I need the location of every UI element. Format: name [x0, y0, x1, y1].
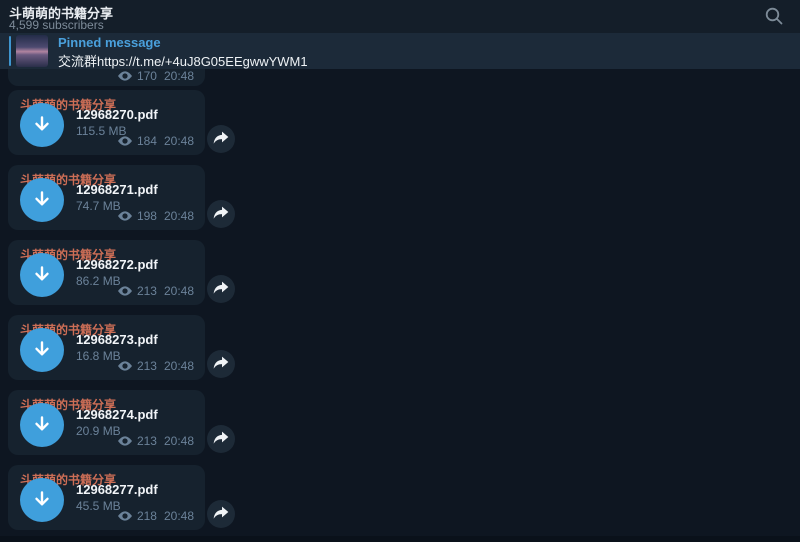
views-count: 213 — [137, 284, 157, 298]
message-row: 斗萌萌的书籍分享 12968270.pdf 115.5 MB 184 — [0, 90, 240, 155]
file-name[interactable]: 12968270.pdf — [76, 107, 158, 122]
download-arrow-icon — [31, 488, 53, 513]
views-eye-icon — [118, 286, 132, 296]
forward-arrow-icon — [213, 131, 229, 148]
message-time: 20:48 — [164, 209, 194, 223]
pinned-text: 交流群https://t.me/+4uJ8G05EEgwwYWM1 — [58, 51, 308, 70]
message-row: 斗萌萌的书籍分享 12968272.pdf 86.2 MB 213 — [0, 240, 240, 305]
chat-header[interactable]: 斗萌萌的书籍分享 4,599 subscribers — [0, 0, 800, 33]
file-name[interactable]: 12968273.pdf — [76, 332, 158, 347]
file-name[interactable]: 12968277.pdf — [76, 482, 158, 497]
views-eye-icon — [118, 361, 132, 371]
message-bubble[interactable]: 斗萌萌的书籍分享 12968270.pdf 115.5 MB 184 — [8, 90, 205, 155]
pinned-accent-line — [9, 36, 11, 66]
download-button[interactable] — [20, 328, 64, 372]
file-name[interactable]: 12968272.pdf — [76, 257, 158, 272]
search-button[interactable] — [762, 5, 786, 29]
forward-arrow-icon — [213, 431, 229, 448]
views-count: 184 — [137, 134, 157, 148]
message-list[interactable]: 170 20:48 斗萌萌的书籍分享 12968270.pdf 115.5 MB — [0, 69, 800, 542]
forward-arrow-icon — [213, 356, 229, 373]
download-button[interactable] — [20, 253, 64, 297]
views-count: 213 — [137, 434, 157, 448]
download-button[interactable] — [20, 403, 64, 447]
views-count: 213 — [137, 359, 157, 373]
message-bubble[interactable]: 斗萌萌的书籍分享 12968272.pdf 86.2 MB 213 — [8, 240, 205, 305]
file-size: 20.9 MB — [76, 424, 121, 438]
forward-arrow-icon — [213, 506, 229, 523]
views-count: 218 — [137, 509, 157, 523]
search-icon — [763, 15, 785, 30]
forward-button[interactable] — [207, 500, 235, 528]
file-size: 74.7 MB — [76, 199, 121, 213]
download-button[interactable] — [20, 178, 64, 222]
download-arrow-icon — [31, 413, 53, 438]
download-button[interactable] — [20, 103, 64, 147]
file-size: 86.2 MB — [76, 274, 121, 288]
message-row: 斗萌萌的书籍分享 12968273.pdf 16.8 MB 213 — [0, 315, 240, 380]
forward-button[interactable] — [207, 275, 235, 303]
forward-arrow-icon — [213, 281, 229, 298]
download-arrow-icon — [31, 263, 53, 288]
download-button[interactable] — [20, 478, 64, 522]
message-row: 斗萌萌的书籍分享 12968274.pdf 20.9 MB 213 — [0, 390, 240, 455]
forward-arrow-icon — [213, 206, 229, 223]
forward-button[interactable] — [207, 425, 235, 453]
forward-button[interactable] — [207, 200, 235, 228]
pinned-label: Pinned message — [58, 35, 161, 50]
telegram-chat-window: 斗萌萌的书籍分享 4,599 subscribers Pinned messag… — [0, 0, 800, 542]
file-name[interactable]: 12968274.pdf — [76, 407, 158, 422]
file-name[interactable]: 12968271.pdf — [76, 182, 158, 197]
message-bubble-partial: 170 20:48 — [8, 69, 205, 86]
file-size: 16.8 MB — [76, 349, 121, 363]
views-eye-icon — [118, 511, 132, 521]
file-size: 45.5 MB — [76, 499, 121, 513]
message-row: 斗萌萌的书籍分享 12968277.pdf 45.5 MB 218 — [0, 465, 240, 530]
forward-button[interactable] — [207, 125, 235, 153]
message-time: 20:48 — [164, 509, 194, 523]
download-arrow-icon — [31, 188, 53, 213]
pinned-message-bar[interactable]: Pinned message 交流群https://t.me/+4uJ8G05E… — [0, 33, 800, 69]
views-eye-icon — [118, 211, 132, 221]
download-arrow-icon — [31, 338, 53, 363]
views-eye-icon — [118, 436, 132, 446]
message-time: 20:48 — [164, 434, 194, 448]
download-arrow-icon — [31, 113, 53, 138]
views-eye-icon — [118, 71, 132, 81]
views-eye-icon — [118, 136, 132, 146]
subscriber-count: 4,599 subscribers — [9, 18, 104, 32]
message-row: 斗萌萌的书籍分享 12968271.pdf 74.7 MB 198 — [0, 165, 240, 230]
message-bubble[interactable]: 斗萌萌的书籍分享 12968277.pdf 45.5 MB 218 — [8, 465, 205, 530]
message-time: 20:48 — [164, 284, 194, 298]
message-bubble[interactable]: 斗萌萌的书籍分享 12968274.pdf 20.9 MB 213 — [8, 390, 205, 455]
views-count: 170 — [137, 69, 157, 83]
forward-button[interactable] — [207, 350, 235, 378]
compose-area-edge — [0, 536, 800, 542]
message-time: 20:48 — [164, 359, 194, 373]
pinned-thumbnail — [16, 35, 48, 67]
views-count: 198 — [137, 209, 157, 223]
message-time: 20:48 — [164, 69, 194, 83]
message-time: 20:48 — [164, 134, 194, 148]
message-bubble[interactable]: 斗萌萌的书籍分享 12968273.pdf 16.8 MB 213 — [8, 315, 205, 380]
message-bubble[interactable]: 斗萌萌的书籍分享 12968271.pdf 74.7 MB 198 — [8, 165, 205, 230]
